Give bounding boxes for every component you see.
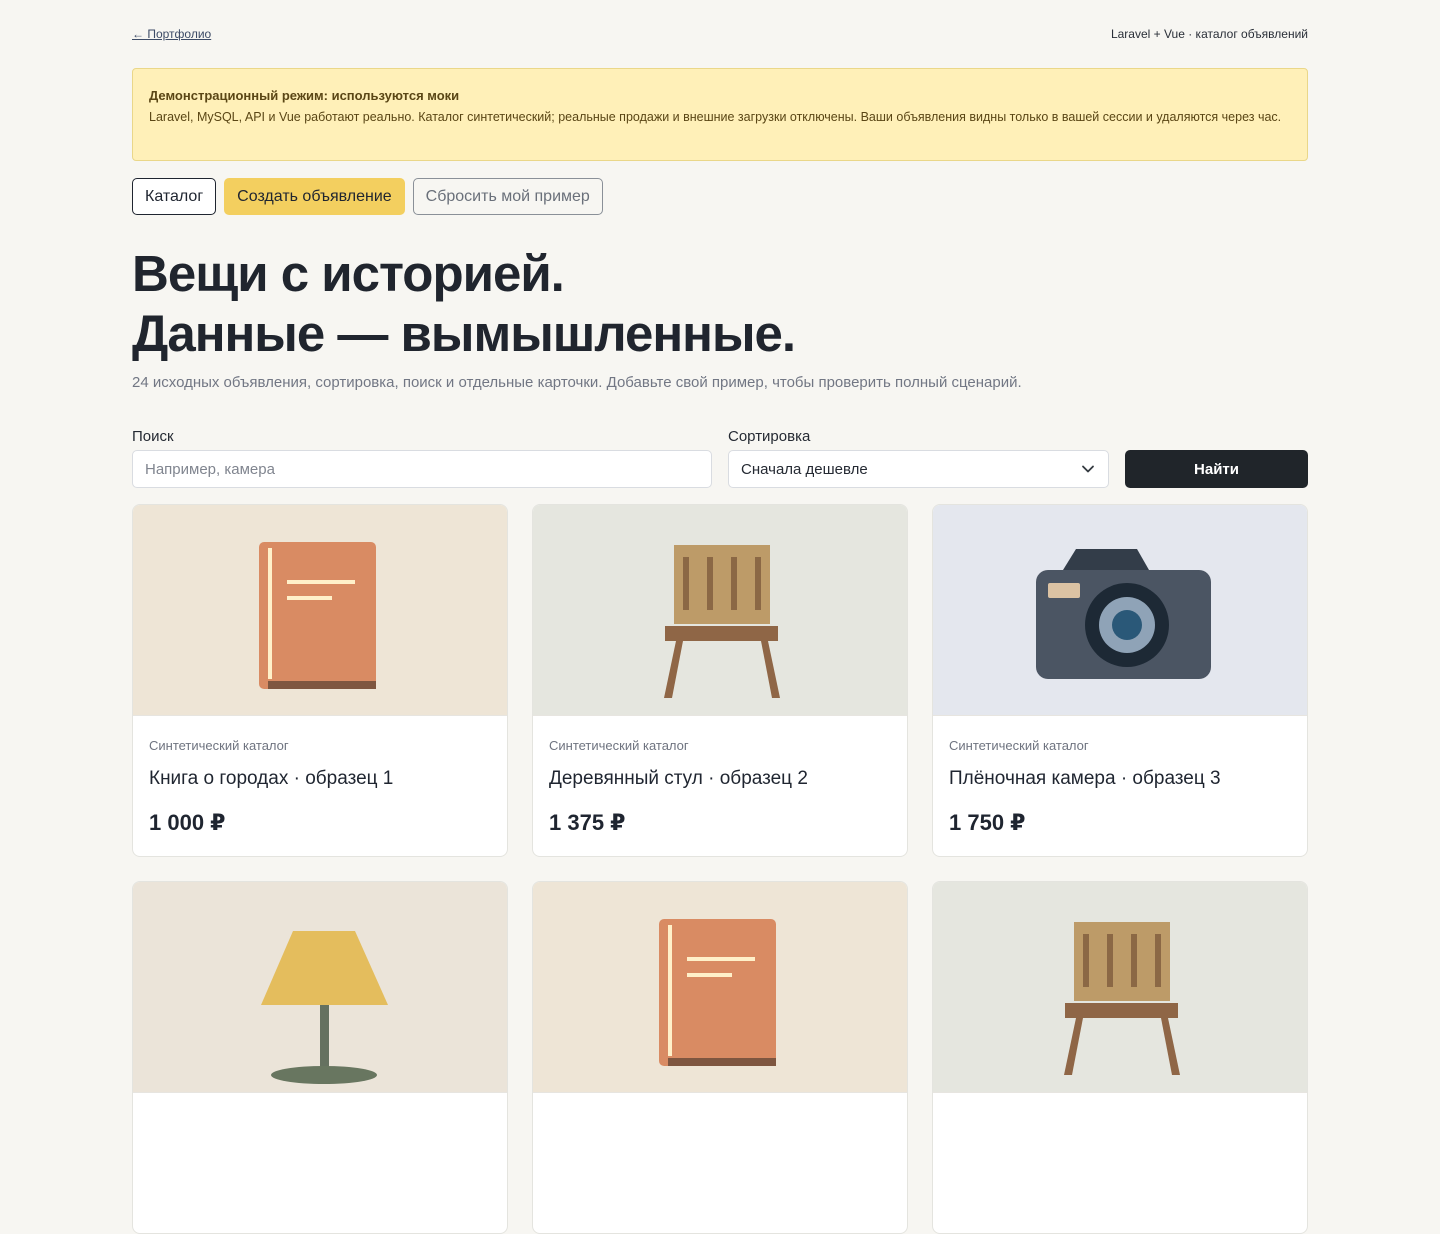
project-title: Laravel + Vue · каталог объявлений <box>1110 27 1308 41</box>
listing-image <box>933 882 1307 1093</box>
portfolio-link[interactable]: ← Портфолио <box>132 26 211 42</box>
sort-select[interactable]: Сначала дешевле <box>728 450 1109 488</box>
listing-category: Синтетический каталог <box>149 738 289 753</box>
create-listing-button[interactable]: Создать объявление <box>224 178 405 215</box>
listing-card-4[interactable] <box>132 881 508 1234</box>
listing-card-body <box>533 1093 907 1115</box>
hero-title-line-1: Вещи с историей. <box>132 245 565 302</box>
listing-card-body <box>933 1093 1307 1115</box>
camera-icon <box>933 505 1307 715</box>
search-input[interactable] <box>132 450 712 488</box>
listing-image <box>533 505 907 716</box>
search-label: Поиск <box>132 428 174 445</box>
listing-card-1[interactable]: Синтетический каталог Книга о городах · … <box>132 504 508 857</box>
demo-mode-title: Демонстрационный режим: используются мок… <box>149 88 460 103</box>
hero-subtitle: 24 исходных объявления, сортировка, поис… <box>132 374 1022 391</box>
hero-title: Вещи с историей. Данные — вымышленные. <box>132 244 1308 364</box>
hero-section: Вещи с историей. Данные — вымышленные. 2… <box>132 244 1308 393</box>
listing-card-6[interactable] <box>932 881 1308 1234</box>
listing-image <box>133 505 507 716</box>
listing-card-body <box>133 1093 507 1115</box>
catalog-filters: Поиск Сортировка Сначала дешевле Найти <box>132 429 1308 488</box>
sort-selected-value: Сначала дешевле <box>741 460 868 478</box>
sort-field: Сортировка Сначала дешевле <box>728 429 1109 488</box>
listing-card-body: Синтетический каталог Деревянный стул · … <box>533 716 907 837</box>
listing-price: 1 750 ₽ <box>949 810 1026 835</box>
listing-card-5[interactable] <box>532 881 908 1234</box>
listing-category: Синтетический каталог <box>549 738 689 753</box>
book-icon <box>133 505 507 715</box>
book-icon <box>533 882 907 1092</box>
listing-card-body: Синтетический каталог Плёночная камера ·… <box>933 716 1307 837</box>
lamp-icon <box>133 882 507 1092</box>
listing-title[interactable]: Плёночная камера · образец 3 <box>949 767 1291 791</box>
catalog-button[interactable]: Каталог <box>132 178 217 215</box>
catalog-actions: Каталог Создать объявление Сбросить мой … <box>132 178 1308 215</box>
sort-label: Сортировка <box>728 428 811 445</box>
listing-title[interactable]: Деревянный стул · образец 2 <box>549 767 891 791</box>
demo-mode-banner: Демонстрационный режим: используются мок… <box>132 68 1308 161</box>
listing-card-body: Синтетический каталог Книга о городах · … <box>133 716 507 837</box>
top-bar: ← Портфолио Laravel + Vue · каталог объя… <box>132 26 1308 42</box>
listing-card-3[interactable]: Синтетический каталог Плёночная камера ·… <box>932 504 1308 857</box>
search-field: Поиск <box>132 429 712 488</box>
listing-title[interactable]: Книга о городах · образец 1 <box>149 767 491 791</box>
listing-category: Синтетический каталог <box>949 738 1089 753</box>
chair-icon <box>533 505 907 715</box>
listing-image <box>933 505 1307 716</box>
chevron-down-icon <box>1082 465 1094 473</box>
listing-grid: Синтетический каталог Книга о городах · … <box>132 504 1308 1234</box>
listing-image <box>133 882 507 1093</box>
listing-card-2[interactable]: Синтетический каталог Деревянный стул · … <box>532 504 908 857</box>
catalog-page: ← Портфолио Laravel + Vue · каталог объя… <box>132 0 1308 1234</box>
listing-image <box>533 882 907 1093</box>
reset-example-button[interactable]: Сбросить мой пример <box>412 178 603 215</box>
listing-price: 1 375 ₽ <box>549 810 626 835</box>
chair-icon <box>933 882 1307 1092</box>
listing-price: 1 000 ₽ <box>149 810 226 835</box>
demo-mode-text: Laravel, MySQL, API и Vue работают реаль… <box>149 110 1282 124</box>
hero-title-line-2: Данные — вымышленные. <box>132 305 796 362</box>
find-button[interactable]: Найти <box>1125 450 1308 488</box>
